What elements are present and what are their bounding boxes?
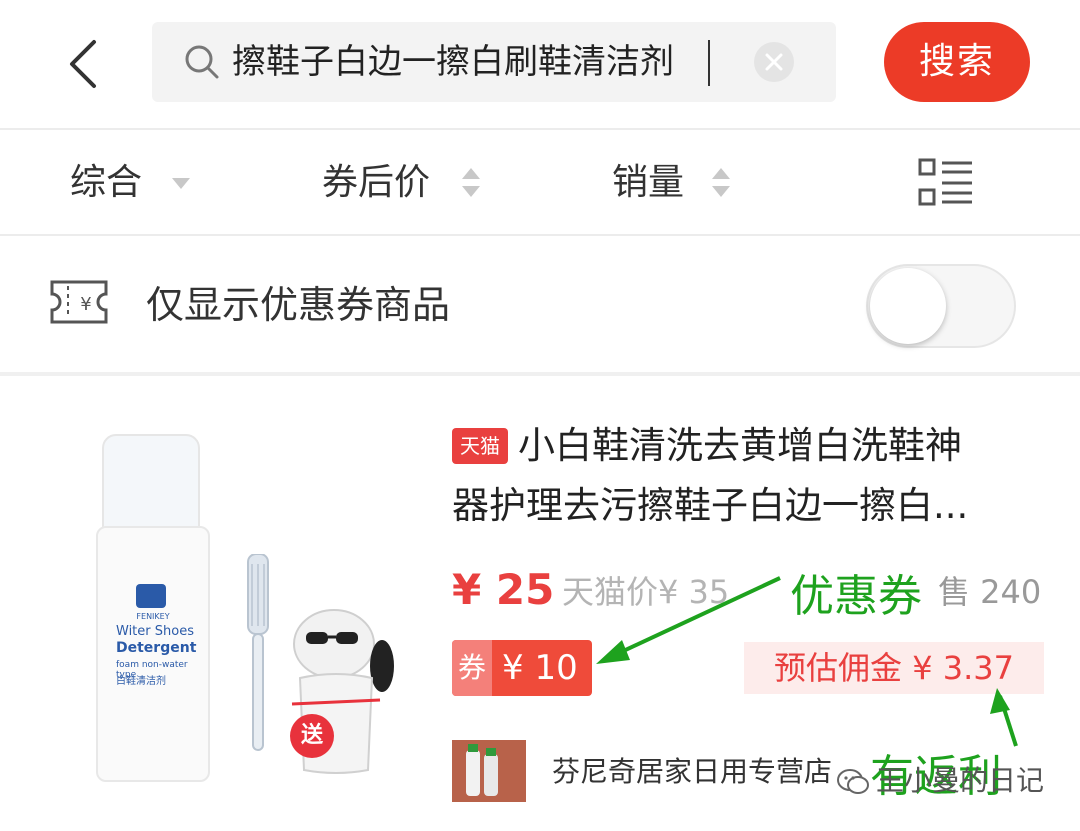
chevron-left-icon <box>70 40 96 88</box>
toggle-knob <box>870 268 946 344</box>
product-title-line1[interactable]: 小白鞋清洗去黄增白洗鞋神 <box>518 418 962 474</box>
coupon-ticket-icon: ¥ <box>50 280 108 324</box>
brush-icon <box>247 554 269 751</box>
shop-thumbnail[interactable] <box>452 740 526 802</box>
product-title-line2[interactable]: 器护理去污擦鞋子白边一擦白... <box>452 478 968 534</box>
list-layout-icon[interactable] <box>918 158 974 208</box>
estimated-commission: 预估佣金 ¥ 3.37 <box>744 642 1044 694</box>
sort-asc-icon <box>712 168 730 179</box>
bottle-brand: FENIKEY <box>136 612 170 621</box>
coupon-only-label: 仅显示优惠券商品 <box>146 283 451 327</box>
watermark: 王小曼的日记 <box>836 758 1044 804</box>
sort-price-after-coupon[interactable]: 券后价 <box>322 158 480 208</box>
coupon-only-toggle[interactable] <box>866 264 1016 348</box>
sort-comprehensive[interactable]: 综合 <box>70 158 190 208</box>
caret-down-icon <box>172 178 190 189</box>
coupon-filter-row: ¥ 仅显示优惠券商品 <box>0 236 1080 370</box>
sort-asc-icon <box>462 168 480 179</box>
sort-label: 综合 <box>70 162 143 203</box>
original-price: 天猫价¥ 35 <box>562 573 730 611</box>
sort-desc-icon <box>712 186 730 197</box>
brand-logo-icon <box>136 584 166 608</box>
sort-desc-icon <box>462 186 480 197</box>
clear-search-button[interactable] <box>754 42 794 82</box>
product-image[interactable]: FENIKEY Witer Shoes Detergent foam non-w… <box>86 424 406 804</box>
sales-count: 售 240 <box>938 573 1042 611</box>
coupon-amount: ¥ 10 <box>502 648 578 688</box>
svg-text:¥: ¥ <box>80 294 91 315</box>
coupon-price: ¥ 25 <box>452 565 555 614</box>
search-icon <box>185 45 219 79</box>
search-query-text: 擦鞋子白边一擦白刷鞋清洁剂 <box>232 42 674 82</box>
search-input[interactable]: 擦鞋子白边一擦白刷鞋清洁剂 <box>152 22 836 102</box>
watermark-text: 王小曼的日记 <box>876 764 1045 797</box>
sort-sales[interactable]: 销量 <box>612 158 730 208</box>
sort-bar: 综合 券后价 销量 <box>0 130 1080 234</box>
wechat-icon <box>837 769 869 794</box>
bottle-cap <box>102 434 200 534</box>
shop-thumbnail-image <box>452 740 526 802</box>
bottle-name-en-1: Witer Shoes <box>116 624 194 639</box>
bottle-name-en-2: Detergent <box>116 640 197 656</box>
search-results-page: 擦鞋子白边一擦白刷鞋清洁剂 搜索 综合 券后价 销量 ¥ 仅显示优惠券商品 FE… <box>0 0 1080 831</box>
text-caret <box>708 40 710 86</box>
shop-name[interactable]: 芬尼奇居家日用专营店 <box>552 750 832 794</box>
gift-badge: 送 <box>290 714 334 758</box>
bottle-body: FENIKEY Witer Shoes Detergent foam non-w… <box>96 526 210 782</box>
coupon-badge[interactable]: 券 ¥ 10 <box>452 640 592 696</box>
tmall-badge: 天猫 <box>452 428 508 464</box>
sort-label: 销量 <box>612 162 685 203</box>
sort-label: 券后价 <box>322 162 431 203</box>
search-header: 擦鞋子白边一擦白刷鞋清洁剂 搜索 <box>0 0 1080 128</box>
annotation-coupon-note: 优惠券 <box>790 571 922 622</box>
search-button[interactable]: 搜索 <box>884 22 1030 102</box>
bottle-name-cn: 白鞋清洁剂 <box>116 676 166 687</box>
back-button[interactable] <box>60 34 110 94</box>
coupon-badge-tag: 券 <box>452 640 492 696</box>
close-icon <box>765 53 783 71</box>
